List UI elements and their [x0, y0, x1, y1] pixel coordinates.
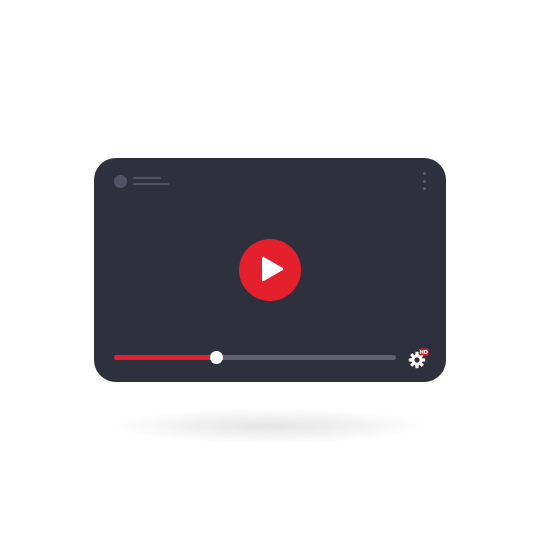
more-vertical-icon-dot	[422, 179, 426, 183]
play-icon	[262, 256, 284, 282]
settings-button[interactable]: HD	[407, 348, 429, 370]
progress-thumb[interactable]	[209, 351, 223, 364]
channel-avatar	[114, 175, 127, 188]
more-options-button[interactable]	[421, 172, 427, 190]
progress-fill	[114, 355, 216, 360]
gear-icon: HD	[408, 348, 429, 369]
video-player[interactable]: HD	[94, 158, 446, 382]
title-placeholder-line	[133, 177, 161, 179]
subtitle-placeholder-line	[133, 183, 169, 185]
svg-text:HD: HD	[420, 350, 428, 356]
play-button[interactable]	[239, 239, 301, 301]
more-vertical-icon-dot	[422, 187, 426, 190]
hd-badge: HD	[419, 348, 429, 356]
more-vertical-icon	[422, 172, 426, 175]
progress-bar[interactable]	[114, 351, 396, 364]
stage: HD	[0, 0, 540, 540]
player-shadow	[110, 408, 430, 444]
